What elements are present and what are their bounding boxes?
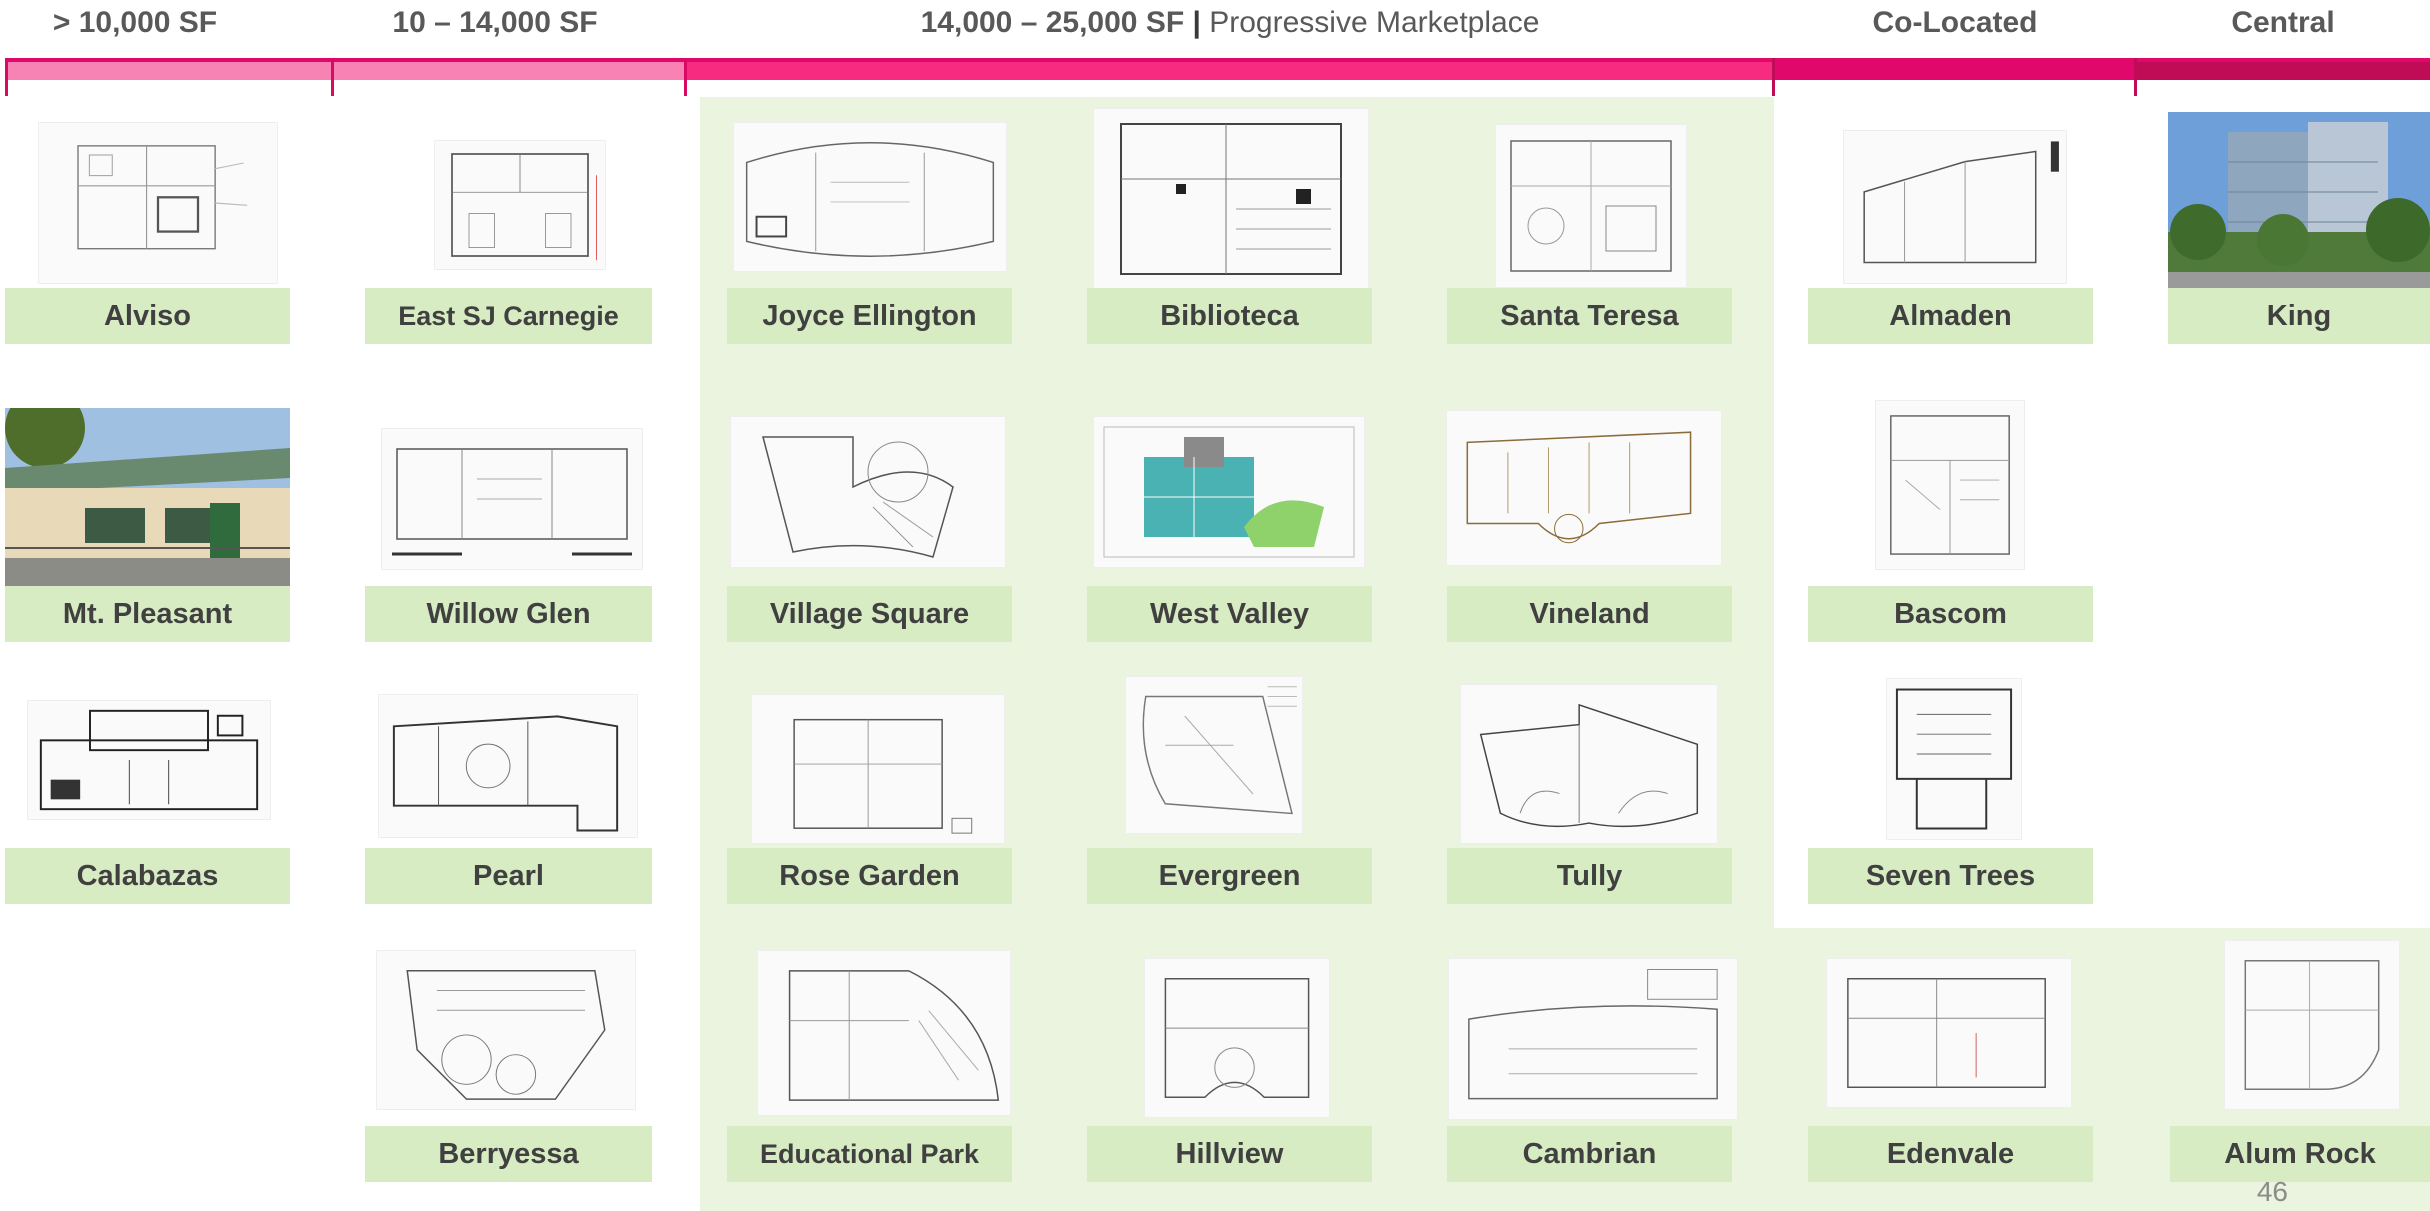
label-almaden[interactable]: Almaden xyxy=(1808,288,2093,344)
header-central: Central xyxy=(2231,6,2335,39)
header-separator: | xyxy=(1192,6,1201,39)
mt-pleasant-photo xyxy=(5,408,290,586)
label-west-valley[interactable]: West Valley xyxy=(1087,586,1372,642)
willow-glen-floorplan xyxy=(381,428,643,570)
label-king[interactable]: King xyxy=(2168,288,2430,344)
floorplan-icon xyxy=(745,141,995,257)
label-seven-trees[interactable]: Seven Trees xyxy=(1808,848,2093,904)
rose-garden-floorplan xyxy=(751,694,1005,844)
bar-tick-5 xyxy=(2134,58,2137,96)
floorplan-icon xyxy=(2244,960,2380,1090)
header-range: 14,000 – 25,000 SF xyxy=(920,6,1185,39)
label-berryessa[interactable]: Berryessa xyxy=(365,1126,652,1182)
floorplan-icon xyxy=(1510,140,1672,272)
vineland-floorplan xyxy=(1446,410,1722,566)
floorplan-icon xyxy=(1479,703,1699,828)
bar-tick-4 xyxy=(1772,58,1775,96)
floorplan-icon xyxy=(1890,415,2010,555)
cambrian-floorplan xyxy=(1448,958,1738,1120)
bar-tick-1 xyxy=(5,58,8,96)
village-square-floorplan xyxy=(730,416,1006,568)
alum-rock-floorplan xyxy=(2224,940,2400,1110)
label-calabazas[interactable]: Calabazas xyxy=(5,848,290,904)
label-alum-rock[interactable]: Alum Rock xyxy=(2170,1126,2430,1182)
pearl-floorplan xyxy=(378,694,638,838)
label-mt-pleasant[interactable]: Mt. Pleasant xyxy=(5,586,290,642)
label-village-square[interactable]: Village Square xyxy=(727,586,1012,642)
floorplan-icon xyxy=(1466,431,1692,544)
label-hillview[interactable]: Hillview xyxy=(1087,1126,1372,1182)
floorplan-icon xyxy=(392,448,632,556)
floorplan-icon xyxy=(451,153,597,261)
biblioteca-floorplan xyxy=(1093,108,1369,290)
educational-park-floorplan xyxy=(757,950,1011,1116)
floorplan-icon xyxy=(788,970,1000,1101)
east-sj-carnegie-floorplan xyxy=(434,140,606,270)
label-cambrian[interactable]: Cambrian xyxy=(1447,1126,1732,1182)
building-photo-icon xyxy=(5,408,290,586)
floorplan-icon xyxy=(1103,426,1355,558)
label-rose-garden[interactable]: Rose Garden xyxy=(727,848,1012,904)
label-willow-glen[interactable]: Willow Glen xyxy=(365,586,652,642)
floorplan-icon xyxy=(392,715,619,832)
floorplan-icon xyxy=(1142,686,1297,815)
bascom-floorplan xyxy=(1875,400,2025,570)
joyce-ellington-floorplan xyxy=(733,122,1007,272)
header-14-25k: 14,000 – 25,000 SF | Progressive Marketp… xyxy=(700,0,1760,46)
label-evergreen[interactable]: Evergreen xyxy=(1087,848,1372,904)
bar-tick-2 xyxy=(331,58,334,96)
label-educational-park[interactable]: Educational Park xyxy=(727,1126,1012,1182)
alviso-floorplan xyxy=(38,122,278,284)
floorplan-icon xyxy=(1847,977,2046,1089)
berryessa-floorplan xyxy=(376,950,636,1110)
label-east-sj-carnegie[interactable]: East SJ Carnegie xyxy=(365,288,652,344)
floorplan-icon xyxy=(77,145,248,250)
label-edenvale[interactable]: Edenvale xyxy=(1808,1126,2093,1182)
header-under-10k: > 10,000 SF xyxy=(52,6,218,39)
floorplan-icon xyxy=(1863,141,2059,264)
label-pearl[interactable]: Pearl xyxy=(365,848,652,904)
hillview-floorplan xyxy=(1144,958,1330,1118)
floorplan-icon xyxy=(1120,123,1342,275)
west-valley-floorplan xyxy=(1093,416,1365,568)
floorplan-icon xyxy=(1468,968,1718,1100)
building-photo-icon xyxy=(2168,112,2430,288)
evergreen-floorplan xyxy=(1125,676,1303,834)
floorplan-icon xyxy=(1164,978,1310,1098)
floorplan-icon xyxy=(406,970,606,1100)
edenvale-floorplan xyxy=(1826,958,2072,1108)
bar-top-line xyxy=(5,58,2430,62)
header-progressive-marketplace: Progressive Marketplace xyxy=(1209,6,1540,39)
calabazas-floorplan xyxy=(27,700,271,820)
seven-trees-floorplan xyxy=(1886,678,2022,840)
label-santa-teresa[interactable]: Santa Teresa xyxy=(1447,288,1732,344)
tully-floorplan xyxy=(1460,684,1718,844)
header-10-14k: 10 – 14,000 SF xyxy=(392,6,598,39)
floorplan-icon xyxy=(762,436,954,558)
floorplan-icon xyxy=(1895,688,2013,830)
label-bascom[interactable]: Bascom xyxy=(1808,586,2093,642)
label-biblioteca[interactable]: Biblioteca xyxy=(1087,288,1372,344)
label-alviso[interactable]: Alviso xyxy=(5,288,290,344)
santa-teresa-floorplan xyxy=(1495,124,1687,288)
label-joyce-ellington[interactable]: Joyce Ellington xyxy=(727,288,1012,344)
label-vineland[interactable]: Vineland xyxy=(1447,586,1732,642)
floorplan-icon xyxy=(793,718,973,834)
king-photo xyxy=(2168,112,2430,288)
almaden-floorplan xyxy=(1843,130,2067,284)
floorplan-icon xyxy=(39,709,259,811)
bar-tick-3 xyxy=(684,58,687,96)
page-number: 46 xyxy=(2256,1176,2288,1207)
label-tully[interactable]: Tully xyxy=(1447,848,1732,904)
header-co-located: Co-Located xyxy=(1872,6,2038,39)
